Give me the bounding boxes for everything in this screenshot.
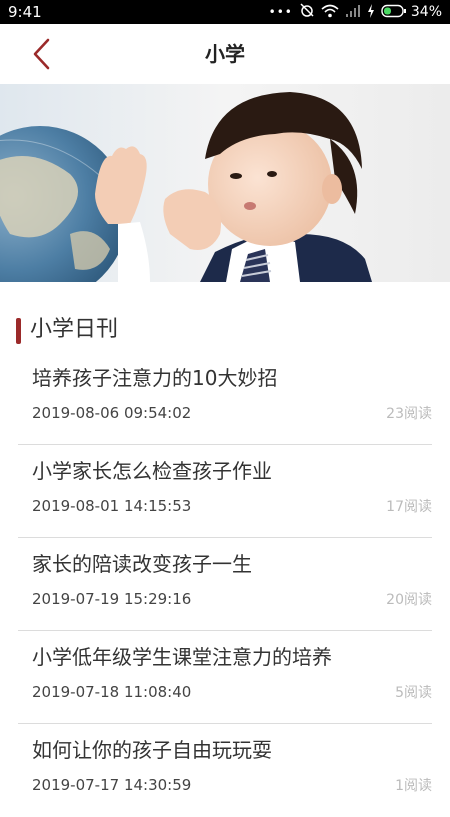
article-date: 2019-07-19 15:29:16 bbox=[32, 590, 192, 608]
article-date: 2019-08-01 14:15:53 bbox=[32, 497, 192, 515]
signal-icon bbox=[345, 3, 361, 22]
article-title: 如何让你的孩子自由玩玩耍 bbox=[32, 738, 272, 762]
article-title: 小学低年级学生课堂注意力的培养 bbox=[32, 645, 332, 669]
article-title: 家长的陪读改变孩子一生 bbox=[32, 552, 252, 576]
list-item[interactable]: 小学低年级学生课堂注意力的培养 2019-07-18 11:08:40 5阅读 bbox=[0, 631, 450, 724]
list-item[interactable]: 家长的陪读改变孩子一生 2019-07-19 15:29:16 20阅读 bbox=[0, 538, 450, 631]
list-item[interactable]: 小学家长怎么检查孩子作业 2019-08-01 14:15:53 17阅读 bbox=[0, 445, 450, 538]
status-bar: 9:41 ••• 34% bbox=[0, 0, 450, 24]
battery-percent: 34% bbox=[410, 4, 442, 20]
article-date: 2019-08-06 09:54:02 bbox=[32, 404, 192, 422]
wifi-icon bbox=[321, 3, 339, 22]
more-dots-icon: ••• bbox=[268, 5, 293, 19]
article-title: 小学家长怎么检查孩子作业 bbox=[32, 459, 272, 483]
article-read-count: 5阅读 bbox=[395, 685, 432, 701]
alarm-off-icon bbox=[299, 2, 315, 22]
status-icons: ••• 34% bbox=[263, 0, 442, 24]
battery-icon bbox=[381, 3, 407, 22]
charging-icon bbox=[367, 3, 375, 22]
article-list: 培养孩子注意力的10大妙招 2019-08-06 09:54:02 23阅读 小… bbox=[0, 352, 450, 817]
status-time: 9:41 bbox=[8, 3, 42, 21]
section-accent-bar bbox=[16, 318, 21, 344]
list-item[interactable]: 培养孩子注意力的10大妙招 2019-08-06 09:54:02 23阅读 bbox=[0, 352, 450, 445]
article-read-count: 1阅读 bbox=[395, 778, 432, 794]
article-date: 2019-07-17 14:30:59 bbox=[32, 776, 192, 794]
header: 小学 bbox=[0, 24, 450, 84]
section-header: 小学日刊 bbox=[0, 310, 450, 350]
banner-image[interactable] bbox=[0, 84, 450, 282]
list-item[interactable]: 如何让你的孩子自由玩玩耍 2019-07-17 14:30:59 1阅读 bbox=[0, 724, 450, 817]
section-title: 小学日刊 bbox=[30, 317, 119, 342]
article-read-count: 20阅读 bbox=[386, 592, 432, 608]
article-date: 2019-07-18 11:08:40 bbox=[32, 683, 192, 701]
article-read-count: 17阅读 bbox=[386, 499, 432, 515]
article-title: 培养孩子注意力的10大妙招 bbox=[32, 366, 278, 390]
article-read-count: 23阅读 bbox=[386, 406, 432, 422]
page-title: 小学 bbox=[205, 42, 245, 66]
